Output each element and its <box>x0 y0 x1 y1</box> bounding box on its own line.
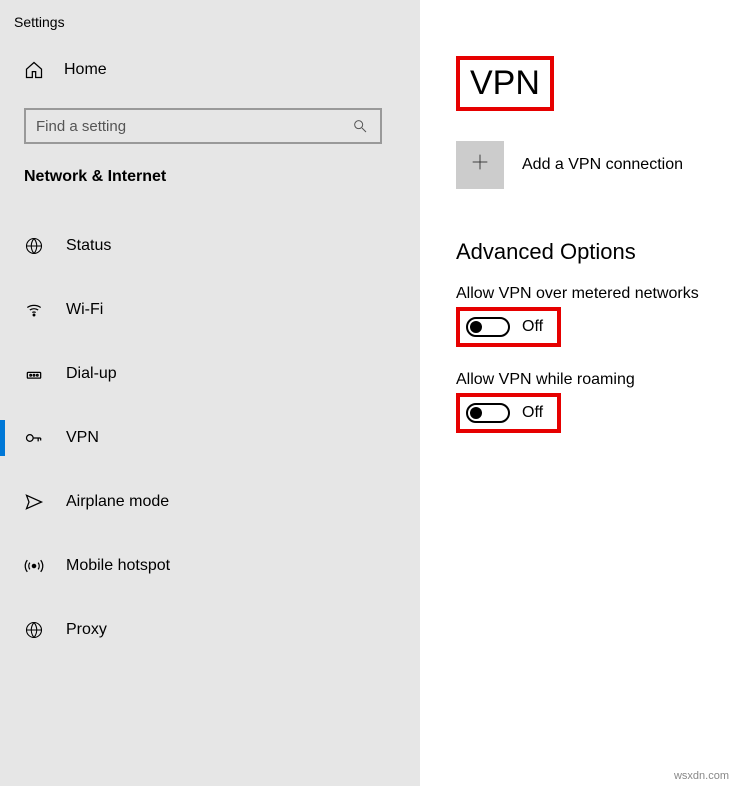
toggle-roaming[interactable] <box>466 403 510 423</box>
sidebar-item-status[interactable]: Status <box>0 220 420 272</box>
watermark: wsxdn.com <box>674 770 729 782</box>
sidebar-item-hotspot[interactable]: Mobile hotspot <box>0 540 420 592</box>
home-nav[interactable]: Home <box>0 50 420 90</box>
sidebar-item-proxy[interactable]: Proxy <box>0 604 420 656</box>
page-title: VPN <box>470 64 540 103</box>
option-label: Allow VPN while roaming <box>456 371 735 389</box>
dialup-icon <box>24 364 44 384</box>
wifi-icon <box>24 300 44 320</box>
toggle-highlight: Off <box>456 393 561 433</box>
sidebar-item-label: Proxy <box>66 621 107 639</box>
sidebar-item-label: Status <box>66 237 111 255</box>
sidebar-item-label: Dial-up <box>66 365 117 383</box>
page-title-highlight: VPN <box>456 56 554 111</box>
hotspot-icon <box>24 556 44 576</box>
app-title: Settings <box>0 12 420 50</box>
add-vpn-row[interactable]: Add a VPN connection <box>456 141 735 189</box>
toggle-highlight: Off <box>456 307 561 347</box>
add-label: Add a VPN connection <box>522 156 683 174</box>
option-roaming: Allow VPN while roaming Off <box>456 371 735 433</box>
status-icon <box>24 236 44 256</box>
search-box[interactable] <box>24 108 382 144</box>
search-container <box>0 90 420 168</box>
option-metered: Allow VPN over metered networks Off <box>456 285 735 347</box>
option-label: Allow VPN over metered networks <box>456 285 735 303</box>
toggle-state: Off <box>522 404 543 422</box>
home-label: Home <box>64 61 107 79</box>
category-header: Network & Internet <box>0 168 420 220</box>
plus-icon <box>469 151 491 180</box>
search-icon <box>350 116 370 136</box>
sidebar-item-label: Wi-Fi <box>66 301 103 319</box>
toggle-state: Off <box>522 318 543 336</box>
vpn-icon <box>24 428 44 448</box>
sidebar-item-label: Airplane mode <box>66 493 169 511</box>
sidebar-item-airplane[interactable]: Airplane mode <box>0 476 420 528</box>
sidebar: Settings Home Network & Internet Status <box>0 0 420 786</box>
main-content: VPN Add a VPN connection Advanced Option… <box>420 0 735 786</box>
sidebar-item-dialup[interactable]: Dial-up <box>0 348 420 400</box>
toggle-metered[interactable] <box>466 317 510 337</box>
advanced-options-title: Advanced Options <box>456 239 735 265</box>
airplane-icon <box>24 492 44 512</box>
sidebar-item-vpn[interactable]: VPN <box>0 412 420 464</box>
proxy-icon <box>24 620 44 640</box>
sidebar-item-label: VPN <box>66 429 99 447</box>
home-icon <box>24 60 44 80</box>
sidebar-item-wifi[interactable]: Wi-Fi <box>0 284 420 336</box>
search-input[interactable] <box>36 118 337 135</box>
sidebar-item-label: Mobile hotspot <box>66 557 170 575</box>
add-button[interactable] <box>456 141 504 189</box>
